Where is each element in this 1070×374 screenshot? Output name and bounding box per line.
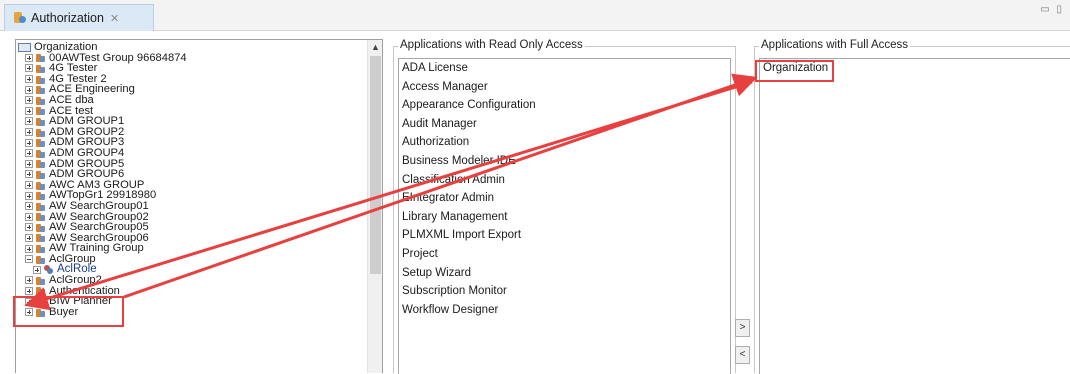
- authorization-icon: [13, 11, 27, 25]
- expand-icon[interactable]: [25, 159, 33, 168]
- list-item[interactable]: Appearance Configuration: [399, 96, 730, 115]
- group-icon: [36, 159, 46, 169]
- group-icon: [36, 212, 46, 222]
- expand-icon[interactable]: [25, 223, 33, 232]
- read-only-access-list[interactable]: ADA License Access Manager Appearance Conf…: [398, 58, 731, 374]
- expand-icon[interactable]: [25, 297, 33, 306]
- group-icon: [36, 276, 46, 285]
- group-icon: [36, 244, 46, 254]
- collapse-icon[interactable]: [25, 255, 33, 264]
- group-icon: [36, 85, 46, 95]
- full-access-group: Applications with Full Access Organizati…: [754, 39, 1070, 374]
- expand-icon[interactable]: [25, 181, 33, 190]
- tree-root-label: Organization: [34, 41, 98, 53]
- tree-item-label: Buyer: [49, 305, 79, 318]
- move-right-button[interactable]: >: [735, 319, 750, 337]
- list-item[interactable]: Workflow Designer: [399, 301, 730, 320]
- window-controls-icon[interactable]: ▭ ▯: [1040, 4, 1064, 15]
- expand-icon[interactable]: [25, 149, 33, 158]
- group-icon: [36, 75, 46, 84]
- group-icon: [36, 117, 46, 126]
- expand-icon[interactable]: [25, 117, 33, 126]
- tree-scrollbar[interactable]: ▲: [367, 40, 382, 373]
- tree-item-group[interactable]: ADM GROUP4: [16, 148, 368, 159]
- group-icon: [36, 297, 46, 307]
- group-icon: [36, 96, 46, 105]
- list-item[interactable]: Audit Manager: [399, 115, 730, 134]
- list-item[interactable]: Project: [399, 245, 730, 264]
- tab-authorization[interactable]: Authorization ✕: [4, 4, 154, 31]
- list-item[interactable]: Subscription Monitor: [399, 282, 730, 301]
- list-item[interactable]: Authorization: [399, 133, 730, 152]
- organization-tree[interactable]: Organization 00AWTest Group 96684874 4G T…: [15, 39, 383, 373]
- list-item[interactable]: Classification Admin: [399, 171, 730, 190]
- expand-icon[interactable]: [25, 96, 33, 105]
- expand-icon[interactable]: [25, 106, 33, 115]
- list-item[interactable]: Setup Wizard: [399, 264, 730, 283]
- group-icon: [36, 170, 46, 179]
- expand-icon[interactable]: [25, 53, 33, 62]
- expand-icon[interactable]: [25, 138, 33, 147]
- tab-label: Authorization: [31, 11, 104, 25]
- group-icon: [36, 223, 46, 232]
- expand-icon[interactable]: [25, 286, 33, 295]
- expand-icon[interactable]: [25, 212, 33, 221]
- expand-icon[interactable]: [25, 64, 33, 73]
- expand-icon[interactable]: [33, 265, 41, 274]
- group-icon: [36, 202, 46, 211]
- group-icon: [36, 149, 46, 158]
- group-icon: [36, 106, 46, 116]
- tree-list: Organization 00AWTest Group 96684874 4G T…: [16, 42, 368, 317]
- expand-icon[interactable]: [25, 244, 33, 253]
- tree-item-label: ADM GROUP4: [49, 146, 125, 159]
- role-icon: [44, 265, 54, 275]
- group-icon: [36, 255, 46, 264]
- editor-tab-bar: Authorization ✕ ▭ ▯: [0, 0, 1070, 31]
- expand-icon[interactable]: [25, 128, 33, 137]
- list-item[interactable]: EIntegrator Admin: [399, 189, 730, 208]
- group-icon: [36, 286, 46, 296]
- read-only-access-title: Applications with Read Only Access: [398, 39, 585, 51]
- organization-icon: [18, 42, 31, 52]
- tree-item-group[interactable]: Buyer: [16, 305, 368, 318]
- expand-icon[interactable]: [25, 191, 33, 200]
- group-icon: [36, 233, 46, 243]
- tree-item-group[interactable]: AW SearchGroup01: [16, 201, 368, 212]
- read-only-access-group: Applications with Read Only Access ADA L…: [393, 39, 736, 374]
- close-icon[interactable]: ✕: [110, 12, 119, 25]
- group-icon: [36, 64, 46, 73]
- expand-icon[interactable]: [25, 170, 33, 179]
- group-icon: [36, 53, 46, 63]
- move-left-button[interactable]: <: [735, 346, 750, 364]
- list-item[interactable]: PLMXML Import Export: [399, 226, 730, 245]
- tree-item-label: ACE dba: [49, 93, 94, 106]
- expand-icon[interactable]: [25, 308, 33, 317]
- full-access-list[interactable]: Organization: [759, 58, 1070, 374]
- group-icon: [36, 128, 46, 137]
- scroll-thumb[interactable]: [370, 56, 381, 274]
- expand-icon[interactable]: [25, 202, 33, 211]
- list-item[interactable]: Access Manager: [399, 78, 730, 97]
- list-item[interactable]: Library Management: [399, 208, 730, 227]
- group-icon: [36, 308, 46, 317]
- tree-item-group[interactable]: ACE dba: [16, 95, 368, 106]
- group-icon: [36, 181, 46, 190]
- expand-icon[interactable]: [25, 233, 33, 242]
- list-item[interactable]: Business Modeler IDE: [399, 152, 730, 171]
- list-item[interactable]: ADA License: [399, 59, 730, 78]
- scroll-up-icon[interactable]: ▲: [368, 40, 382, 54]
- group-icon: [36, 138, 46, 148]
- list-item[interactable]: Organization: [760, 59, 1070, 77]
- tree-item-label: AW SearchGroup01: [49, 199, 149, 212]
- expand-icon[interactable]: [25, 85, 33, 94]
- tree-root[interactable]: Organization: [16, 42, 368, 53]
- expand-icon[interactable]: [25, 276, 33, 285]
- expand-icon[interactable]: [25, 75, 33, 84]
- full-access-title: Applications with Full Access: [759, 39, 911, 51]
- group-icon: [36, 191, 46, 201]
